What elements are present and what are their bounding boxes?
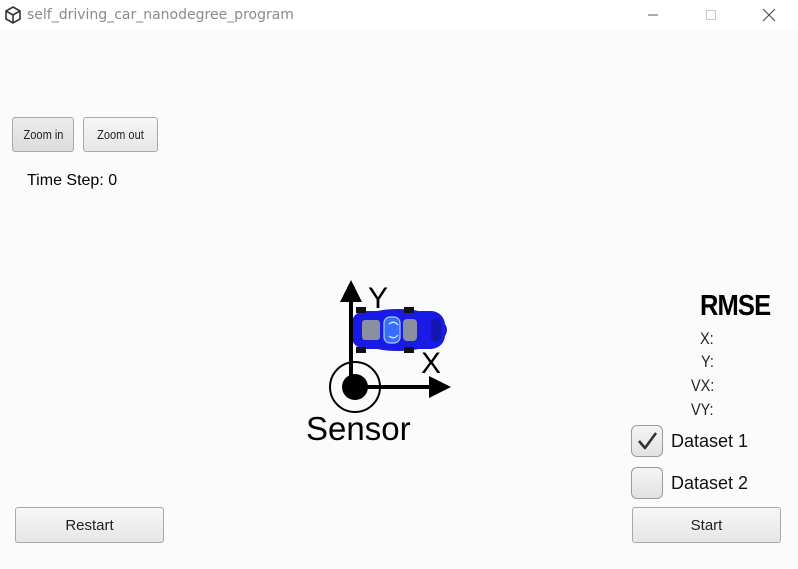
title-bar: self_driving_car_nanodegree_program — [0, 0, 798, 30]
sensor-label: Sensor — [306, 410, 411, 447]
y-axis-arrow-icon — [340, 280, 362, 302]
minimize-button[interactable] — [630, 0, 676, 30]
zoom-out-button[interactable]: Zoom out — [83, 117, 158, 152]
rmse-vx-label: VX: — [691, 376, 715, 395]
y-axis-label: Y — [368, 282, 388, 315]
time-step-label: Time Step: — [27, 172, 109, 189]
dataset-2-label: Dataset 2 — [671, 473, 749, 493]
dataset-1-label: Dataset 1 — [671, 431, 749, 451]
zoom-in-label: Zoom in — [23, 127, 63, 142]
simulation-scene: Y X Sensor — [300, 270, 470, 455]
unity-logo-icon — [4, 6, 22, 24]
maximize-icon — [706, 10, 716, 20]
maximize-button[interactable] — [688, 0, 734, 30]
restart-label: Restart — [65, 516, 114, 534]
time-step-value: 0 — [108, 172, 118, 189]
dataset-2-checkbox[interactable] — [631, 467, 663, 499]
scene-canvas: Y X Sensor — [306, 280, 451, 447]
restart-button[interactable]: Restart — [15, 507, 164, 543]
rmse-vy-label: VY: — [691, 400, 714, 419]
time-step-display: Time Step: 0 — [27, 172, 117, 190]
rmse-title: RMSE — [700, 290, 771, 322]
zoom-in-button[interactable]: Zoom in — [12, 117, 74, 152]
close-button[interactable] — [746, 0, 792, 30]
window-title: self_driving_car_nanodegree_program — [27, 7, 294, 23]
x-axis-label: X — [421, 347, 441, 380]
zoom-out-label: Zoom out — [97, 127, 144, 142]
dataset-1-checkbox[interactable] — [631, 425, 663, 457]
close-icon — [762, 8, 776, 22]
checkmark-icon — [638, 432, 658, 450]
start-button[interactable]: Start — [632, 507, 781, 543]
start-label: Start — [690, 516, 723, 534]
rmse-y-label: Y: — [701, 352, 714, 371]
minimize-icon — [648, 14, 658, 16]
rmse-x-label: X: — [700, 329, 714, 348]
